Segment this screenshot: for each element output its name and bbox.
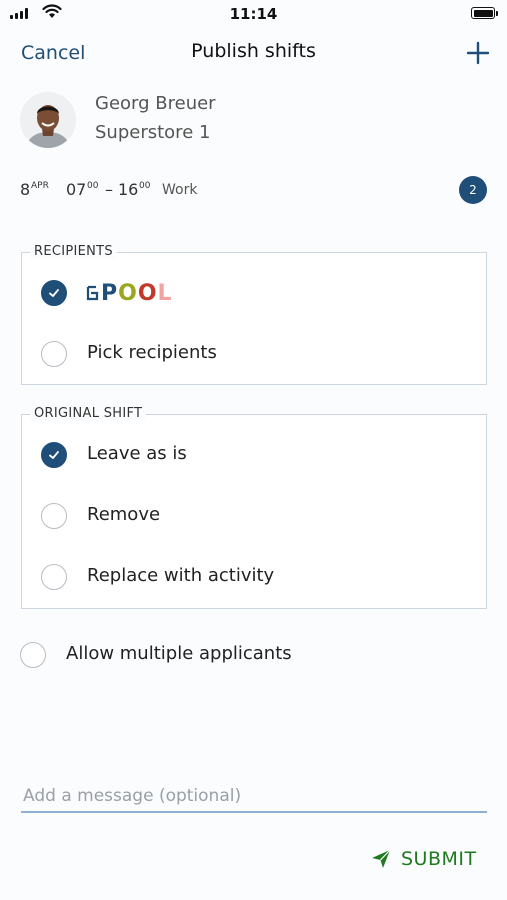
recipient-radio-pool[interactable]: [41, 280, 67, 306]
remove-radio[interactable]: [41, 503, 67, 529]
shift-count-badge: 2: [459, 176, 487, 204]
send-icon: [372, 849, 391, 868]
plus-icon[interactable]: [465, 40, 491, 66]
recipient-radio-pick[interactable]: [41, 341, 67, 367]
shift-type: Work: [162, 182, 198, 198]
battery-icon: [471, 7, 495, 19]
leave-as-is-radio[interactable]: [41, 442, 67, 468]
shift-day: 8: [20, 180, 31, 199]
replace-with-activity-label[interactable]: Replace with activity: [87, 565, 274, 586]
submit-label: SUBMIT: [401, 848, 477, 870]
original-shift-legend: ORIGINAL SHIFT: [30, 406, 147, 421]
shift-start-minute: 00: [87, 181, 99, 191]
shift-end-hour: 16: [118, 180, 139, 199]
check-icon: [49, 289, 59, 297]
employee-name: Georg Breuer: [95, 93, 216, 114]
employee-store: Superstore 1: [95, 122, 211, 143]
leave-as-is-label[interactable]: Leave as is: [87, 443, 187, 464]
pool-logo-mark: [86, 285, 99, 301]
allow-multiple-label[interactable]: Allow multiple applicants: [66, 643, 292, 664]
replace-with-activity-radio[interactable]: [41, 564, 67, 590]
shift-time-separator: –: [105, 180, 113, 199]
submit-button[interactable]: SUBMIT: [371, 848, 477, 870]
message-input[interactable]: [21, 781, 487, 813]
recipients-box: [21, 252, 487, 385]
status-time: 11:14: [229, 5, 278, 23]
pick-recipients-label[interactable]: Pick recipients: [87, 342, 217, 363]
shift-end-minute: 00: [139, 181, 151, 191]
battery-cap: [496, 11, 498, 16]
shift-start-hour: 07: [66, 180, 87, 199]
shift-month: APR: [31, 181, 49, 191]
remove-label[interactable]: Remove: [87, 504, 160, 525]
avatar: [20, 92, 76, 148]
recipients-legend: RECIPIENTS: [30, 244, 117, 259]
allow-multiple-checkbox[interactable]: [20, 642, 46, 668]
check-icon: [49, 451, 59, 459]
cancel-button[interactable]: Cancel: [21, 42, 85, 64]
pool-logo[interactable]: POOL: [86, 280, 173, 306]
